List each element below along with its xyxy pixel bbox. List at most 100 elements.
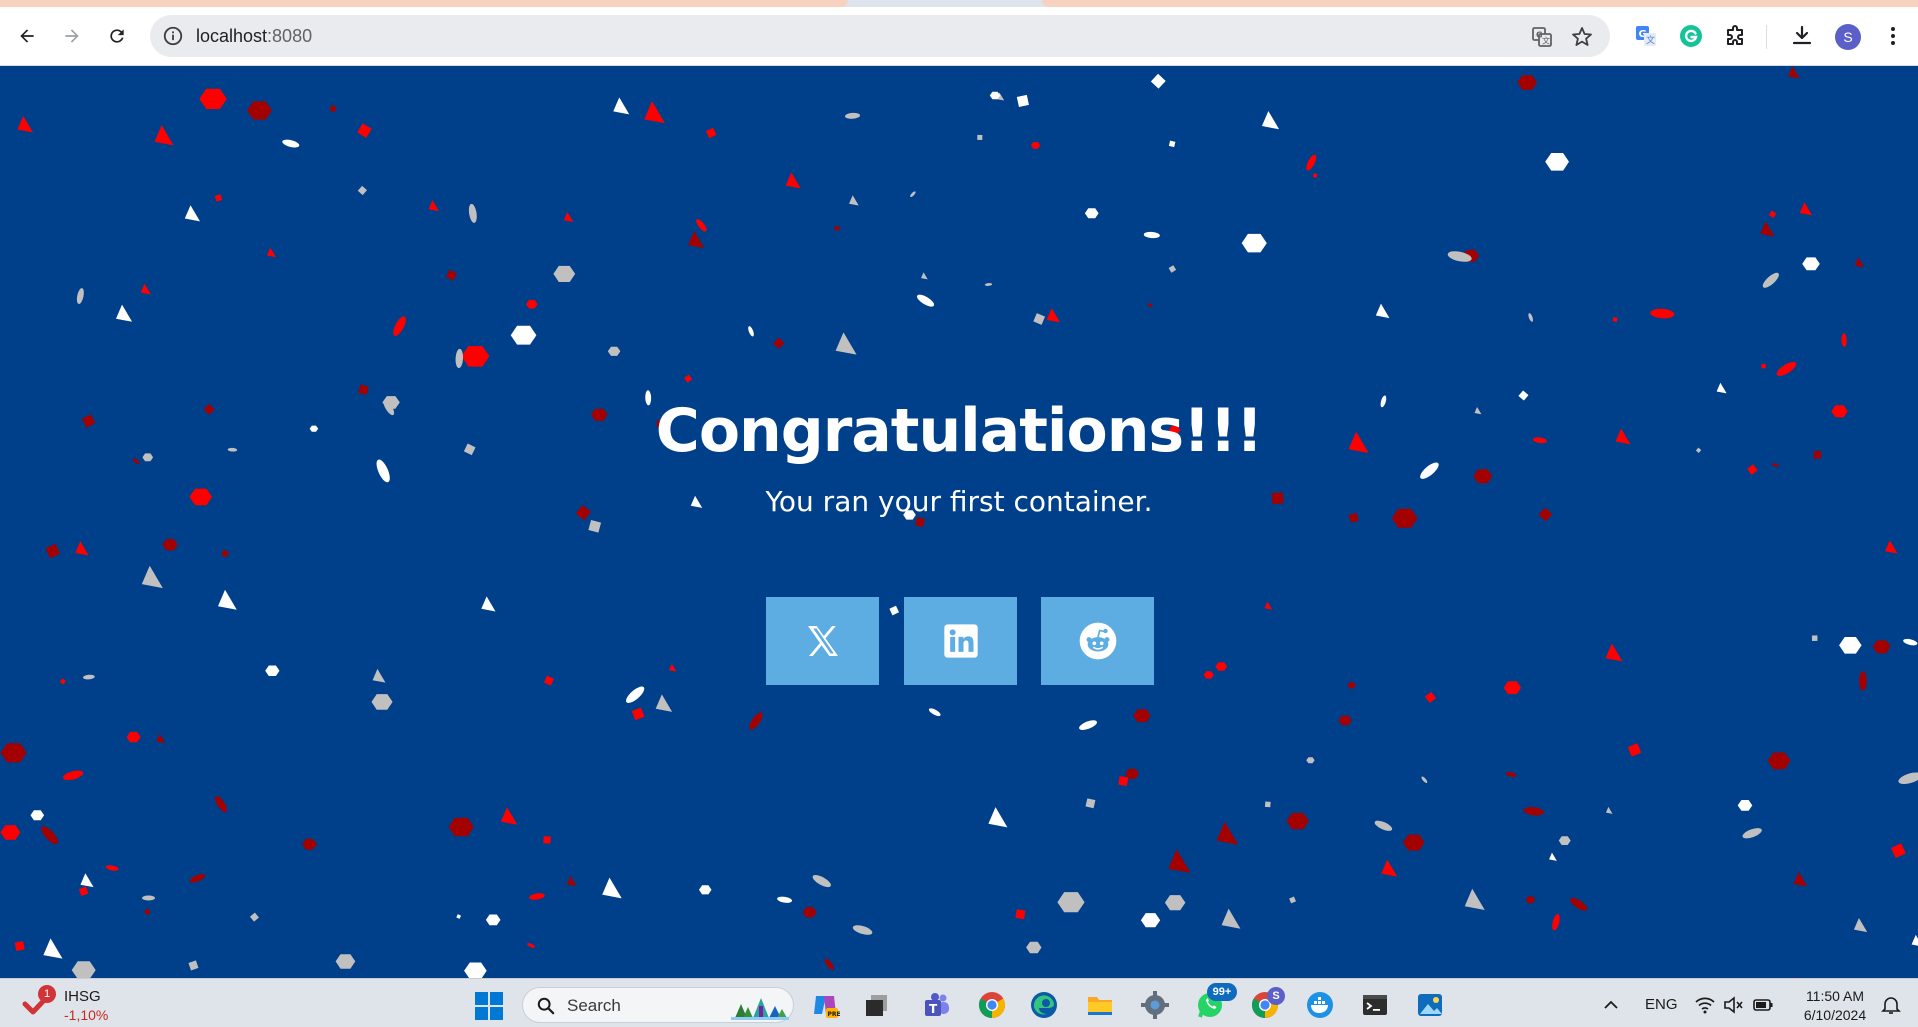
translate-icon[interactable]: G文: [1530, 25, 1554, 49]
confetti-piece: [802, 907, 817, 918]
confetti-piece: [1570, 897, 1588, 911]
windows-start-icon[interactable]: [474, 991, 504, 1021]
chevron-up-icon[interactable]: [1600, 994, 1622, 1016]
extensions-puzzle-icon[interactable]: [1720, 21, 1750, 51]
profile-avatar[interactable]: S: [1835, 24, 1861, 50]
confetti-piece: [1650, 308, 1675, 319]
forward-button[interactable]: [55, 19, 89, 53]
confetti-piece: [500, 807, 518, 825]
taskbar-docker-app[interactable]: [1303, 988, 1337, 1022]
taskbar-search[interactable]: Search: [522, 987, 794, 1023]
site-info-icon[interactable]: [162, 25, 184, 47]
confetti-piece: [510, 325, 537, 345]
confetti-piece: [1338, 715, 1352, 726]
confetti-piece: [1306, 757, 1315, 764]
back-button[interactable]: [10, 19, 44, 53]
reddit-share-button[interactable]: [1041, 597, 1154, 685]
confetti-piece: [1306, 154, 1317, 171]
confetti-piece: [14, 941, 25, 951]
taskbar-chrome-app[interactable]: [975, 988, 1009, 1022]
confetti-piece: [626, 686, 645, 703]
confetti-piece: [1033, 313, 1046, 325]
x-share-button[interactable]: [766, 597, 879, 685]
clock-date[interactable]: 6/10/2024: [1797, 1007, 1873, 1023]
downloads-icon[interactable]: [1787, 21, 1817, 51]
notification-bell-icon[interactable]: [1880, 994, 1902, 1016]
stock-alert-badge: 1: [38, 985, 56, 1003]
language-indicator[interactable]: ENG: [1645, 996, 1678, 1013]
confetti-piece: [1143, 231, 1160, 239]
confetti-background: [0, 66, 1918, 978]
confetti-piece: [1289, 896, 1296, 904]
stock-widget[interactable]: 1 IHSG -1,10%: [22, 985, 122, 1025]
confetti-piece: [1241, 233, 1267, 253]
confetti-piece: [1761, 363, 1766, 369]
address-bar[interactable]: localhost:8080 G文: [150, 15, 1610, 57]
confetti-piece: [1811, 635, 1818, 641]
confetti-piece: [1015, 909, 1026, 920]
confetti-piece: [696, 219, 707, 232]
page-content: Congratulations!!! You ran your first co…: [0, 66, 1918, 978]
confetti-piece: [526, 943, 535, 948]
battery-icon[interactable]: [1752, 994, 1774, 1016]
taskbar-photos-app[interactable]: [1413, 988, 1447, 1022]
grammarly-extension-icon[interactable]: [1676, 21, 1706, 51]
confetti-piece: [1057, 892, 1085, 913]
star-icon[interactable]: [1570, 25, 1594, 49]
confetti-piece: [812, 875, 831, 888]
confetti-piece: [188, 960, 199, 971]
confetti-piece: [1737, 800, 1753, 811]
url-text[interactable]: localhost:8080: [196, 26, 312, 47]
reload-button[interactable]: [100, 19, 134, 53]
page-subheading: You ran your first container.: [765, 485, 1153, 518]
confetti-piece: [1264, 801, 1271, 808]
speaker-muted-icon[interactable]: [1722, 994, 1744, 1016]
menu-kebab-icon[interactable]: [1878, 21, 1908, 51]
browser-tab[interactable]: [1042, 0, 1918, 7]
confetti-piece: [1402, 834, 1425, 851]
search-label: Search: [567, 996, 621, 1015]
confetti-piece: [669, 663, 677, 672]
confetti-piece: [0, 825, 21, 840]
confetti-piece: [43, 938, 63, 959]
taskbar-copilot-app[interactable]: PRE: [808, 988, 842, 1022]
confetti-piece: [889, 605, 900, 616]
taskbar-file-explorer-app[interactable]: [1083, 988, 1117, 1022]
terminal-icon: [1363, 995, 1387, 1015]
confetti-piece: [588, 519, 602, 533]
confetti-piece: [1911, 934, 1918, 946]
confetti-piece: [1264, 601, 1273, 610]
clock-time[interactable]: 11:50 AM: [1800, 988, 1870, 1004]
confetti-piece: [1203, 671, 1214, 679]
confetti-piece: [684, 374, 693, 383]
taskbar-edge-app[interactable]: [1027, 988, 1061, 1022]
confetti-piece: [1605, 643, 1623, 662]
taskbar-terminal-app[interactable]: [860, 988, 894, 1022]
confetti-piece: [428, 200, 439, 212]
confetti-piece: [461, 346, 490, 367]
confetti-piece: [481, 596, 496, 612]
google-translate-extension-icon[interactable]: G文: [1631, 21, 1661, 51]
taskbar-terminal-console-app[interactable]: [1358, 988, 1392, 1022]
confetti-piece: [141, 565, 163, 589]
confetti-piece: [1150, 73, 1166, 89]
confetti-piece: [1898, 772, 1918, 785]
taskbar-settings-app[interactable]: [1138, 988, 1172, 1022]
confetti-piece: [1286, 812, 1309, 830]
confetti-piece: [1605, 806, 1613, 814]
confetti-piece: [468, 203, 477, 223]
confetti-piece: [1776, 361, 1797, 376]
taskbar-teams-app[interactable]: T: [920, 988, 954, 1022]
confetti-piece: [329, 105, 337, 113]
confetti-piece: [1026, 941, 1042, 954]
wifi-icon[interactable]: [1694, 994, 1716, 1016]
confetti-piece: [1841, 333, 1847, 347]
confetti-piece: [17, 115, 33, 133]
confetti-piece: [76, 288, 84, 304]
confetti-piece: [59, 678, 66, 685]
confetti-piece: [1118, 776, 1129, 787]
linkedin-share-button[interactable]: [904, 597, 1017, 685]
confetti-piece: [266, 247, 276, 258]
browser-tab[interactable]: [0, 0, 848, 7]
confetti-piece: [1312, 173, 1318, 178]
